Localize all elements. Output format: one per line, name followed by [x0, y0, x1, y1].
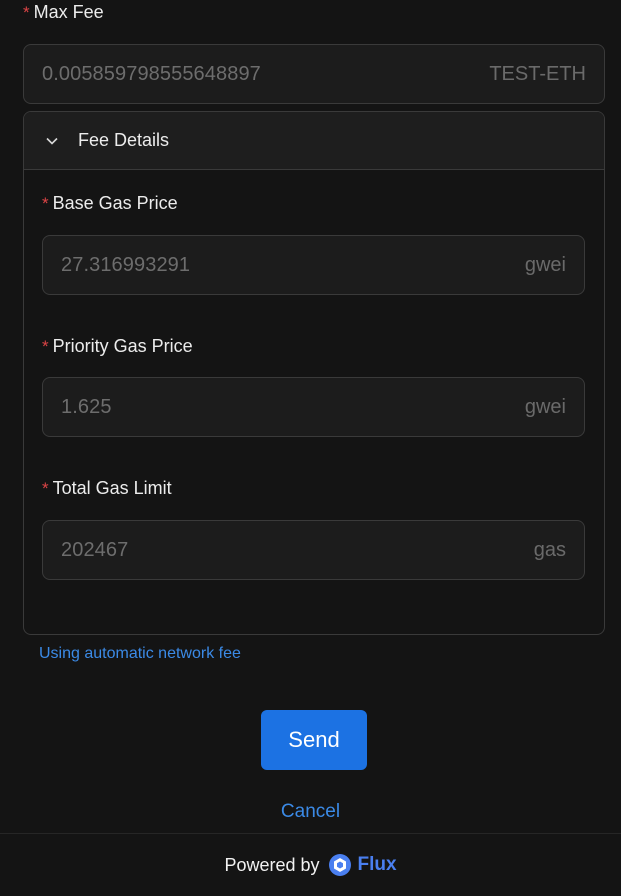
- max-fee-label-text: Max Fee: [33, 2, 104, 22]
- cancel-link[interactable]: Cancel: [0, 801, 621, 823]
- total-gas-limit-value: 202467: [61, 538, 129, 561]
- chevron-down-icon: [44, 133, 60, 149]
- send-button[interactable]: Send: [261, 710, 367, 770]
- required-asterisk: *: [42, 336, 49, 356]
- priority-gas-price-label: * Priority Gas Price: [42, 336, 193, 357]
- priority-gas-price-field[interactable]: 1.625 gwei: [42, 377, 585, 437]
- priority-gas-price-value: 1.625: [61, 395, 112, 418]
- powered-by-footer: Powered by Flux: [0, 833, 621, 896]
- flux-brand-name: Flux: [357, 854, 397, 875]
- base-gas-price-value: 27.316993291: [61, 253, 191, 276]
- max-fee-label: * Max Fee: [23, 2, 104, 23]
- automatic-network-fee-link[interactable]: Using automatic network fee: [39, 645, 241, 663]
- max-fee-unit: TEST-ETH: [489, 62, 586, 85]
- total-gas-limit-unit: gas: [533, 538, 566, 561]
- fee-details-toggle[interactable]: Fee Details: [24, 112, 604, 170]
- priority-gas-price-label-text: Priority Gas Price: [52, 336, 193, 356]
- priority-gas-price-unit: gwei: [524, 395, 566, 418]
- fee-details-title: Fee Details: [78, 130, 170, 150]
- base-gas-price-label-text: Base Gas Price: [52, 193, 178, 213]
- required-asterisk: *: [42, 478, 49, 498]
- max-fee-value: 0.005859798555648897: [42, 62, 261, 85]
- fee-form-page: * Max Fee 0.005859798555648897 TEST-ETH …: [0, 0, 621, 896]
- flux-logo-icon: [328, 853, 352, 877]
- required-asterisk: *: [42, 193, 49, 213]
- base-gas-price-unit: gwei: [524, 253, 566, 276]
- base-gas-price-field[interactable]: 27.316993291 gwei: [42, 235, 585, 295]
- base-gas-price-label: * Base Gas Price: [42, 193, 178, 214]
- max-fee-field[interactable]: 0.005859798555648897 TEST-ETH: [23, 44, 605, 104]
- total-gas-limit-label: * Total Gas Limit: [42, 478, 172, 499]
- total-gas-limit-field[interactable]: 202467 gas: [42, 520, 585, 580]
- required-asterisk: *: [23, 2, 30, 22]
- total-gas-limit-label-text: Total Gas Limit: [52, 478, 172, 498]
- powered-by-text: Powered by: [224, 854, 320, 875]
